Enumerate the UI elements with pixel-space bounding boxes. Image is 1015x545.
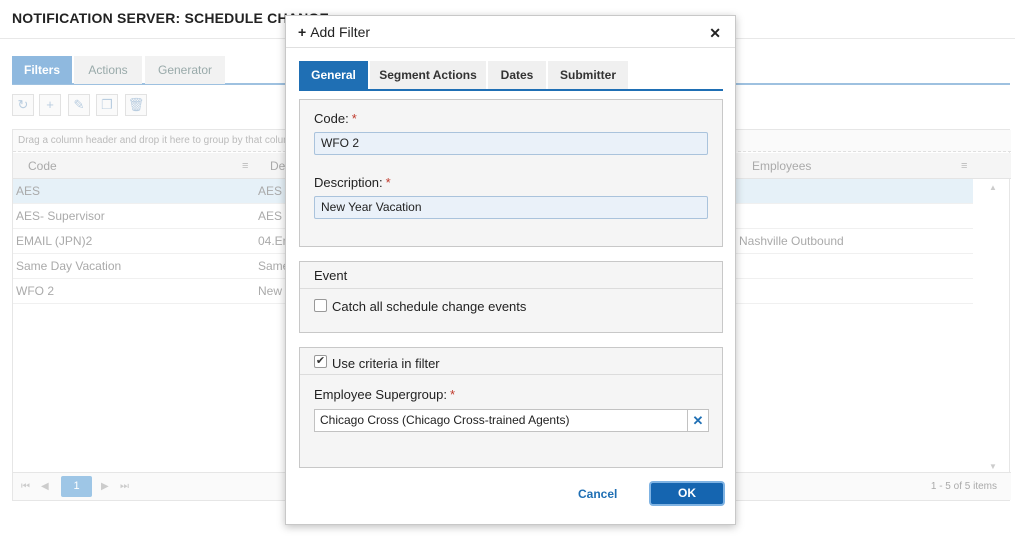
dialog-title-text: Add Filter bbox=[310, 24, 371, 40]
trash-icon[interactable]: 🗑 bbox=[125, 94, 147, 116]
tab-general[interactable]: General bbox=[299, 61, 368, 89]
cell-employees: Nashville Outbound bbox=[739, 234, 844, 248]
grid-scrollbar[interactable]: ▲ ▼ bbox=[973, 179, 1009, 471]
general-panel: Code: * WFO 2 Description: * New Year Vaca… bbox=[299, 99, 723, 247]
clear-icon[interactable]: ✕ bbox=[687, 410, 708, 431]
tab-segment-actions[interactable]: Segment Actions bbox=[370, 61, 486, 89]
tab-generator[interactable]: Generator bbox=[145, 56, 225, 84]
pencil-icon[interactable]: ✎ bbox=[68, 94, 90, 116]
required-mark: * bbox=[385, 175, 391, 190]
add-filter-dialog: + Add Filter ✕ General Segment Actions Da… bbox=[285, 15, 736, 525]
prev-page-icon[interactable]: ◀ bbox=[41, 481, 49, 492]
plus-icon: + bbox=[298, 24, 307, 40]
supergroup-label: Employee Supergroup: * bbox=[314, 387, 456, 402]
description-input[interactable]: New Year Vacation bbox=[314, 196, 708, 219]
column-header-code[interactable]: Code bbox=[13, 153, 255, 179]
column-menu-icon[interactable]: ≡ bbox=[961, 160, 967, 172]
page-title: NOTIFICATION SERVER: SCHEDULE CHANGE bbox=[12, 10, 330, 26]
column-header-employees[interactable]: Employees bbox=[737, 153, 973, 179]
catch-all-checkbox[interactable] bbox=[314, 299, 327, 312]
cell-code: AES bbox=[16, 184, 41, 198]
plus-icon[interactable]: + bbox=[39, 94, 61, 116]
cell-code: EMAIL (JPN)2 bbox=[16, 234, 93, 248]
use-criteria-label: Use criteria in filter bbox=[332, 356, 440, 371]
column-menu-icon[interactable]: ≡ bbox=[242, 160, 248, 172]
refresh-icon[interactable]: ↻ bbox=[12, 94, 34, 116]
event-panel: Event Catch all schedule change events bbox=[299, 261, 723, 333]
page-number-button[interactable]: 1 bbox=[61, 476, 92, 497]
supergroup-field[interactable]: Chicago Cross (Chicago Cross-trained Age… bbox=[314, 409, 709, 432]
dialog-header: + Add Filter ✕ bbox=[286, 16, 735, 48]
catch-all-label: Catch all schedule change events bbox=[332, 299, 527, 314]
cell-code: WFO 2 bbox=[16, 284, 54, 298]
use-criteria-checkbox[interactable]: ✔ bbox=[314, 355, 327, 368]
ok-button[interactable]: OK bbox=[651, 483, 723, 504]
scroll-up-icon[interactable]: ▲ bbox=[989, 183, 997, 192]
required-mark: * bbox=[351, 111, 357, 126]
tab-dates[interactable]: Dates bbox=[488, 61, 546, 89]
supergroup-value: Chicago Cross (Chicago Cross-trained Age… bbox=[320, 413, 570, 427]
first-page-icon[interactable]: ⏮ bbox=[21, 481, 30, 492]
description-label: Description: * bbox=[314, 175, 391, 190]
copy-icon[interactable]: ❐ bbox=[96, 94, 118, 116]
cell-code: Same Day Vacation bbox=[16, 259, 122, 273]
tab-actions[interactable]: Actions bbox=[74, 56, 142, 84]
tab-filters[interactable]: Filters bbox=[12, 56, 72, 84]
last-page-icon[interactable]: ⏭ bbox=[120, 481, 129, 492]
scroll-down-icon[interactable]: ▼ bbox=[989, 462, 997, 471]
criteria-panel: ✔ Use criteria in filter Employee Superg… bbox=[299, 347, 723, 468]
event-title: Event bbox=[300, 262, 722, 289]
dialog-title: + Add Filter bbox=[298, 24, 370, 40]
close-icon[interactable]: ✕ bbox=[709, 25, 721, 42]
tab-submitter[interactable]: Submitter bbox=[548, 61, 628, 89]
code-label: Code: * bbox=[314, 111, 357, 126]
next-page-icon[interactable]: ▶ bbox=[101, 481, 109, 492]
dialog-tabs: General Segment Actions Dates Submitter bbox=[299, 61, 723, 91]
pager-info: 1 - 5 of 5 items bbox=[930, 481, 997, 492]
cancel-button[interactable]: Cancel bbox=[578, 487, 617, 501]
required-mark: * bbox=[449, 387, 456, 402]
cell-code: AES- Supervisor bbox=[16, 209, 105, 223]
code-input[interactable]: WFO 2 bbox=[314, 132, 708, 155]
